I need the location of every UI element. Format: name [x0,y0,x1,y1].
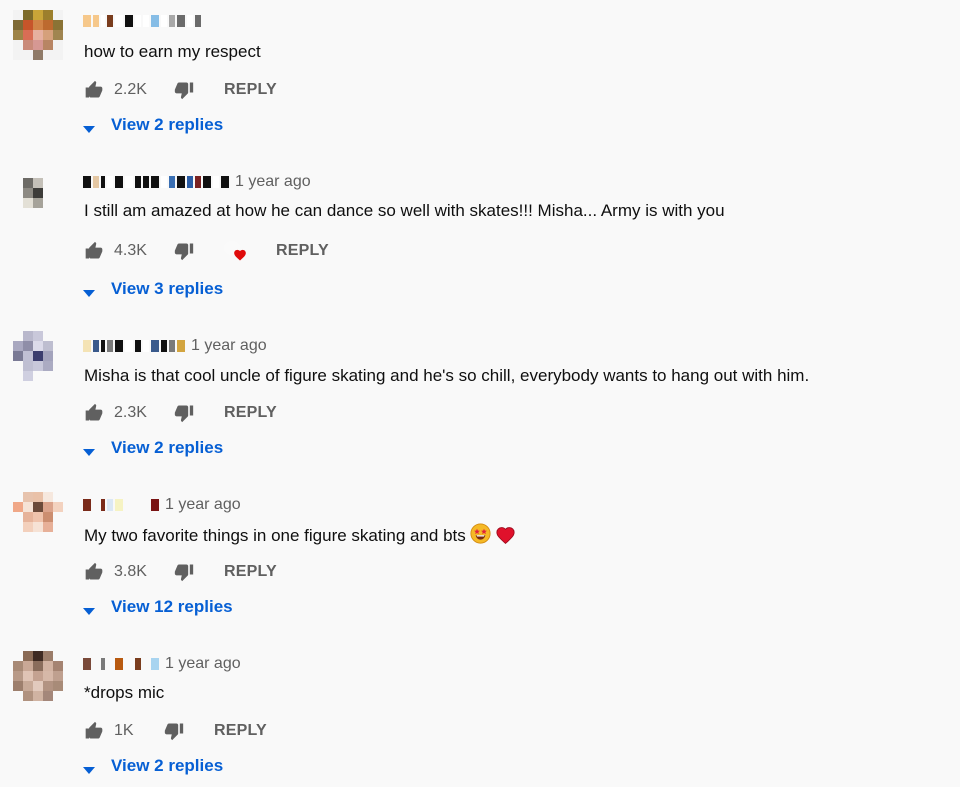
like-count: 2.2K [114,81,147,98]
comment-header [83,12,207,30]
comment-text: Misha is that cool uncle of figure skati… [84,365,809,387]
comment-header: 1 year ago [83,337,267,355]
comment-timestamp[interactable]: 1 year ago [191,337,267,355]
reply-button[interactable]: REPLY [224,563,277,581]
caret-down-icon [83,285,95,297]
heart-icon [233,248,247,261]
avatar[interactable] [13,492,63,542]
star-struck-emoji-icon [470,523,491,544]
creator-heart-icon [224,239,250,263]
thumbs-up-icon[interactable] [84,721,104,741]
comment-text: I still am amazed at how he can dance so… [84,200,725,222]
comment-header: 1 year ago [83,496,241,514]
comment-timestamp[interactable]: 1 year ago [165,496,241,514]
thumbs-up-icon[interactable] [84,241,104,261]
view-replies-button[interactable]: View 3 replies [83,278,223,300]
caret-down-icon [83,444,95,456]
comment-text-content: how to earn my respect [84,42,261,61]
view-replies-button[interactable]: View 2 replies [83,755,223,777]
avatar[interactable] [13,10,63,60]
author-name[interactable] [83,175,229,189]
thumbs-up-icon[interactable] [84,403,104,423]
thumbs-down-icon[interactable] [174,562,194,582]
comment-actions: 2.3K REPLY [84,401,277,425]
thumbs-down-icon[interactable] [174,80,194,100]
comment-text: My two favorite things in one figure ska… [84,523,516,547]
like-count: 3.8K [114,563,147,580]
avatar[interactable] [13,651,63,701]
author-name[interactable] [83,657,159,671]
view-replies-label: View 2 replies [111,438,224,457]
reply-button[interactable]: REPLY [224,404,277,422]
comment-actions: 2.2K REPLY [84,78,277,102]
comment-text: how to earn my respect [84,41,261,63]
comment-text-content: *drops mic [84,683,165,702]
author-name[interactable] [83,498,159,512]
caret-down-icon [83,603,95,615]
view-replies-label: View 3 replies [111,279,224,298]
avatar[interactable] [13,168,63,218]
comment-text-content: Misha is that cool uncle of figure skati… [84,366,810,385]
reply-button[interactable]: REPLY [214,722,267,740]
thumbs-down-icon[interactable] [174,403,194,423]
thumbs-up-icon[interactable] [84,80,104,100]
comment-text: *drops mic [84,682,164,704]
comment-text-content: My two favorite things in one figure ska… [84,526,466,545]
comments-feed: how to earn my respect 2.2K REPLY View 2 re… [0,0,960,787]
like-count: 2.3K [114,404,147,421]
comment-timestamp[interactable]: 1 year ago [235,173,311,191]
like-count: 4.3K [114,242,147,259]
thumbs-down-icon[interactable] [164,721,184,741]
view-replies-button[interactable]: View 12 replies [83,596,233,618]
comment-text-content: I still am amazed at how he can dance so… [84,201,725,220]
caret-down-icon [83,121,95,133]
thumbs-down-icon[interactable] [174,241,194,261]
comment-header: 1 year ago [83,173,311,191]
caret-down-icon [83,762,95,774]
view-replies-label: View 12 replies [111,597,233,616]
view-replies-label: View 2 replies [111,756,224,775]
comment-actions: 1K REPLY [84,719,267,743]
comment-actions: 3.8K REPLY [84,560,277,584]
author-name[interactable] [83,14,201,28]
comment-timestamp[interactable]: 1 year ago [165,655,241,673]
thumbs-up-icon[interactable] [84,562,104,582]
view-replies-button[interactable]: View 2 replies [83,437,223,459]
red-heart-emoji-icon [495,525,516,546]
like-count: 1K [114,722,134,739]
reply-button[interactable]: REPLY [276,242,329,260]
avatar[interactable] [13,331,63,381]
author-name[interactable] [83,339,185,353]
comment-header: 1 year ago [83,655,241,673]
reply-button[interactable]: REPLY [224,81,277,99]
view-replies-button[interactable]: View 2 replies [83,114,223,136]
view-replies-label: View 2 replies [111,115,224,134]
comment-actions: 4.3K REPLY [84,239,329,263]
